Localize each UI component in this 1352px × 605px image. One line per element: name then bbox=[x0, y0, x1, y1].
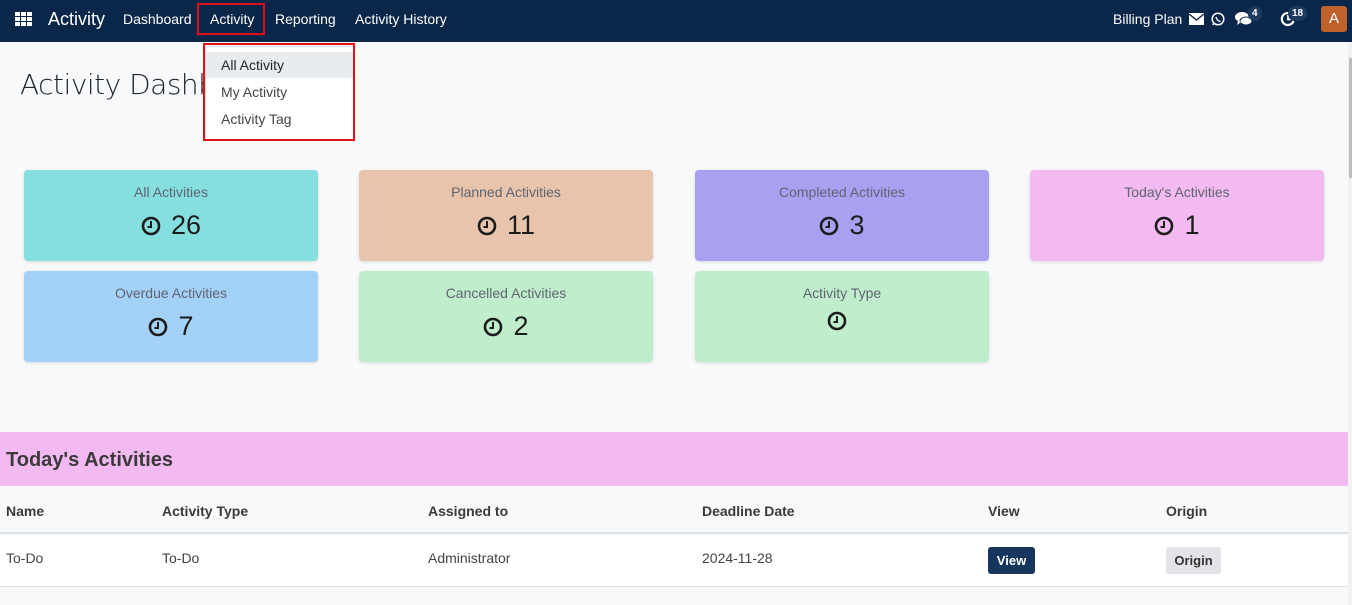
cell-deadline: 2024-11-28 bbox=[702, 550, 773, 566]
column-header-activity-type: Activity Type bbox=[162, 503, 249, 519]
stat-card-title: Activity Type bbox=[802, 285, 882, 301]
column-header-origin: Origin bbox=[1166, 503, 1208, 519]
stat-card[interactable]: Completed Activities 3 bbox=[695, 170, 989, 261]
clock-icon bbox=[141, 216, 161, 235]
stat-card-title: Overdue Activities bbox=[114, 285, 228, 301]
nav-dashboard[interactable]: Dashboard bbox=[123, 11, 192, 27]
stat-card-title: Completed Activities bbox=[778, 184, 906, 200]
stat-card-value-row: 7 bbox=[24, 311, 318, 342]
company-switcher[interactable]: Billing Plan bbox=[1113, 11, 1182, 27]
stat-card-value-row: 26 bbox=[24, 210, 318, 241]
stat-card[interactable]: Activity Type bbox=[695, 271, 989, 362]
stat-card-value: 2 bbox=[513, 311, 529, 341]
clock-icon bbox=[1155, 216, 1174, 235]
stat-card-value-row bbox=[695, 311, 989, 331]
dropdown-item-all-activity[interactable]: All Activity bbox=[206, 52, 354, 78]
messages-badge: 4 bbox=[1248, 6, 1262, 21]
stat-card-value: 3 bbox=[849, 210, 865, 240]
apps-grid-icon[interactable] bbox=[15, 12, 32, 26]
stat-card-value-row: 1 bbox=[1030, 210, 1324, 241]
clock-icon bbox=[149, 317, 168, 336]
stat-card-value: 7 bbox=[178, 311, 194, 341]
clock-icon bbox=[484, 317, 503, 336]
clock-icon bbox=[827, 311, 847, 331]
stat-card[interactable]: Overdue Activities 7 bbox=[24, 271, 318, 362]
stat-card-value-row: 2 bbox=[359, 311, 653, 342]
cell-assigned-to: Administrator bbox=[428, 550, 511, 566]
activities-badge: 18 bbox=[1288, 6, 1308, 21]
stat-card-title: Cancelled Activities bbox=[445, 285, 567, 301]
dropdown-item-my-activity[interactable]: My Activity bbox=[206, 79, 354, 105]
stat-card-title: Today's Activities bbox=[1124, 184, 1230, 200]
stat-card-value-row: 11 bbox=[359, 210, 653, 241]
stat-card-title: All Activities bbox=[134, 184, 208, 200]
stat-card[interactable]: Today's Activities 1 bbox=[1030, 170, 1324, 261]
table-header: Name Activity Type Assigned to Deadline … bbox=[0, 488, 1348, 534]
whatsapp-icon[interactable] bbox=[1211, 12, 1225, 26]
app-title: Activity bbox=[48, 9, 106, 29]
stat-card-title: Planned Activities bbox=[451, 184, 561, 200]
view-button[interactable]: View bbox=[988, 547, 1035, 574]
section-title: Today's Activities bbox=[6, 449, 174, 471]
nav-activity-highlight bbox=[197, 3, 265, 35]
stat-card[interactable]: All Activities 26 bbox=[24, 170, 318, 261]
activity-dropdown-menu: All Activity My Activity Activity Tag bbox=[205, 46, 355, 140]
origin-button[interactable]: Origin bbox=[1166, 547, 1221, 574]
column-header-deadline: Deadline Date bbox=[702, 503, 795, 519]
stat-card[interactable]: Cancelled Activities 2 bbox=[359, 271, 653, 362]
column-header-name: Name bbox=[6, 503, 45, 519]
table-row: To-Do To-Do Administrator 2024-11-28 Vie… bbox=[0, 535, 1348, 587]
dropdown-item-activity-tag[interactable]: Activity Tag bbox=[206, 106, 354, 132]
nav-activity-history[interactable]: Activity History bbox=[355, 11, 447, 27]
cell-activity-type: To-Do bbox=[162, 550, 200, 566]
stat-card[interactable]: Planned Activities 11 bbox=[359, 170, 653, 261]
column-header-assigned-to: Assigned to bbox=[428, 503, 509, 519]
envelope-icon[interactable] bbox=[1189, 13, 1204, 25]
column-header-view: View bbox=[988, 503, 1020, 519]
clock-icon bbox=[477, 216, 497, 235]
todays-activities-header: Today's Activities bbox=[0, 432, 1348, 486]
nav-reporting[interactable]: Reporting bbox=[275, 11, 336, 27]
stat-card-value: 11 bbox=[506, 210, 536, 240]
user-avatar[interactable]: A bbox=[1321, 6, 1347, 32]
stat-card-value: 1 bbox=[1184, 210, 1200, 240]
top-navbar: Activity Dashboard Activity Reporting Ac… bbox=[0, 0, 1352, 42]
stat-card-value-row: 3 bbox=[695, 210, 989, 241]
clock-icon bbox=[820, 216, 839, 235]
cell-name: To-Do bbox=[6, 550, 44, 566]
stat-card-value: 26 bbox=[170, 210, 202, 240]
